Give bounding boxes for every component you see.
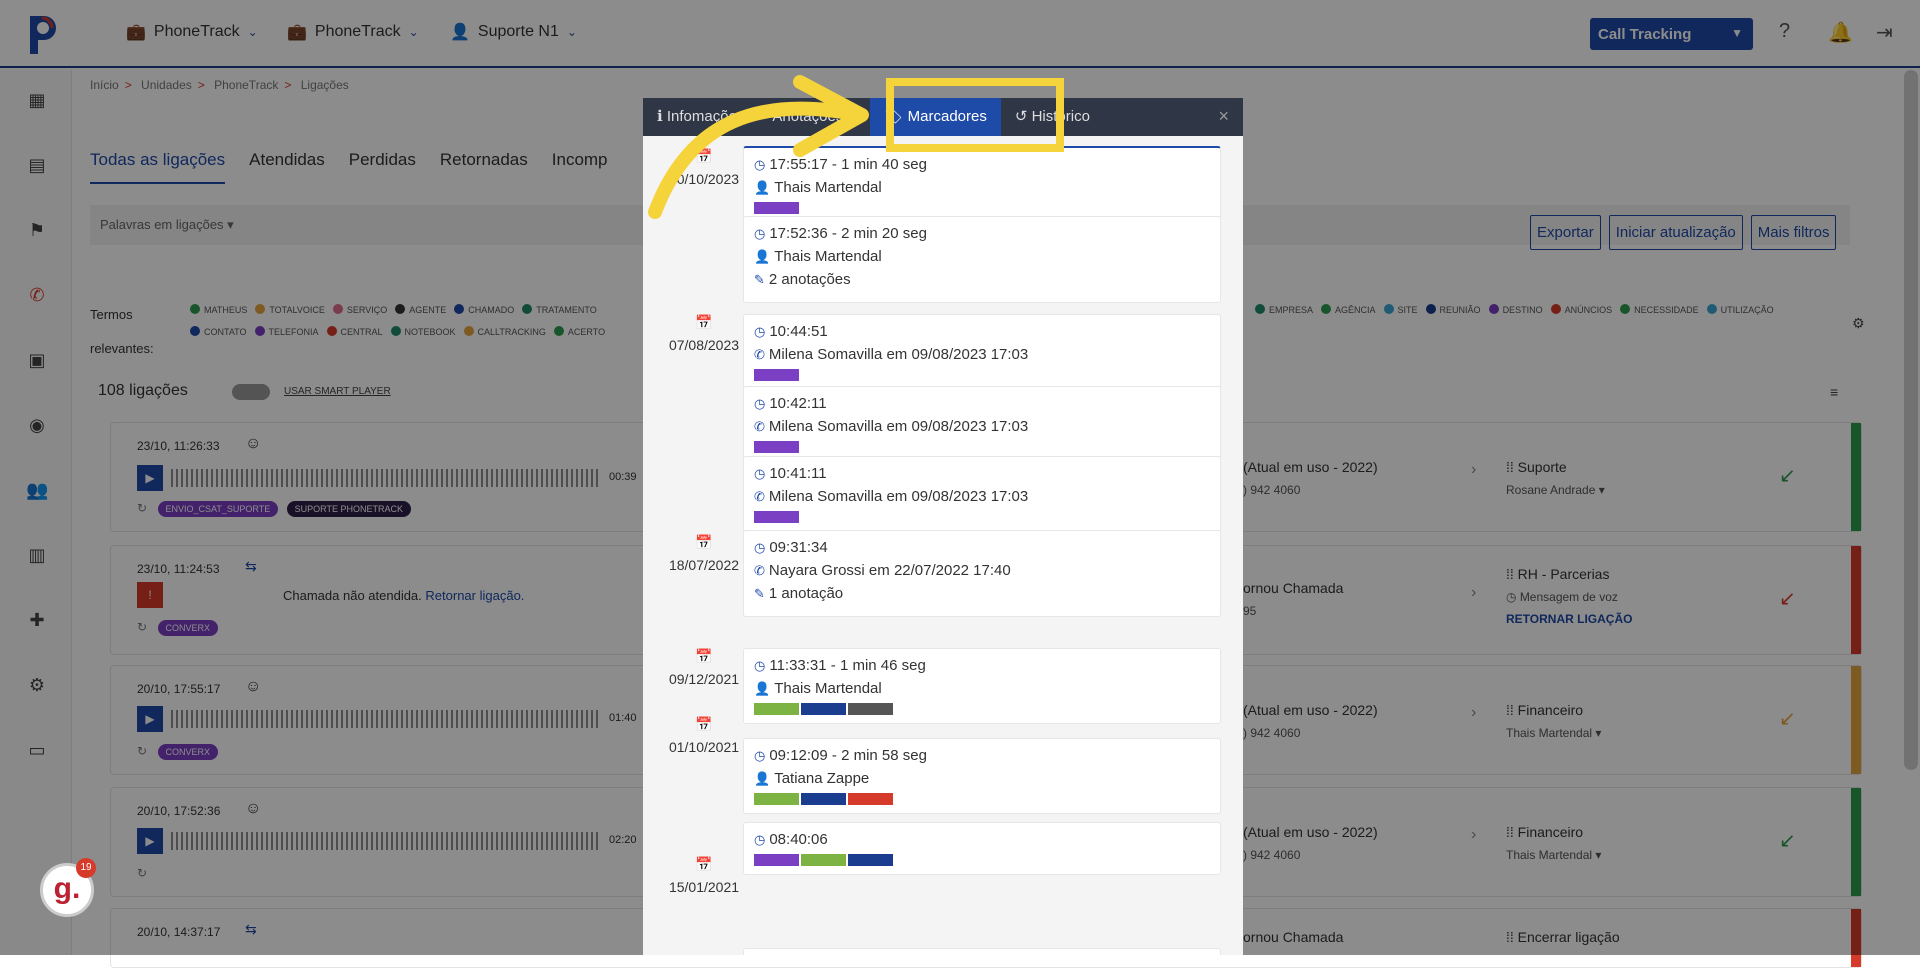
tab-information[interactable]: ℹ Infomações <box>643 98 758 136</box>
timeline-date: 📅 18/07/2022 <box>661 534 747 573</box>
timeline-entry[interactable]: ◷ 09:12:09 - 2 min 58 seg 👤 Tatiana Zappe <box>743 738 1221 814</box>
marker-swatch <box>754 793 799 805</box>
entry-person: Nayara Grossi em 22/07/2022 17:40 <box>768 562 1011 579</box>
entry-time: 09:31:34 <box>769 539 828 556</box>
edit-icon: ✎ <box>754 586 765 601</box>
phone-return-icon: ✆ <box>754 489 765 504</box>
timeline-date-label: 07/08/2023 <box>668 337 740 353</box>
call-history-modal: ℹ Infomações Anotações 🏷 Marcadores ↺ Hi… <box>643 98 1243 955</box>
marker-swatch <box>848 793 893 805</box>
clock-icon: ◷ <box>754 226 766 241</box>
info-icon: ℹ <box>657 108 667 125</box>
timeline-date-label: 09/12/2021 <box>668 671 740 687</box>
marker-swatch <box>754 511 799 523</box>
marker-swatches <box>754 511 1210 523</box>
user-icon: 👤 <box>754 771 771 786</box>
timeline-date-label: 15/01/2021 <box>668 879 740 895</box>
entry-time: 10:42:11 <box>769 395 827 412</box>
timeline-entry[interactable]: ◷ 17:52:36 - 2 min 20 seg 👤 Thais Martendal… <box>743 216 1221 303</box>
phone-return-icon: ✆ <box>754 419 765 434</box>
entry-person: Milena Somavilla em 09/08/2023 17:03 <box>768 418 1029 435</box>
clock-icon: ◷ <box>754 748 766 763</box>
timeline-date: 📅 07/08/2023 <box>661 314 747 353</box>
calendar-icon: 📅 <box>695 716 713 732</box>
timeline-date-label: 20/10/2023 <box>668 171 740 187</box>
entry-person: Thais Martendal <box>774 248 882 265</box>
marker-swatch <box>801 703 846 715</box>
timeline-date: 📅 09/12/2021 <box>661 648 747 687</box>
timeline-date-label: 01/10/2021 <box>668 739 740 755</box>
phone-return-icon: ✆ <box>754 563 765 578</box>
timeline-entry[interactable]: ◷ 10:41:11 ✆ Milena Somavilla em 09/08/2023… <box>743 456 1221 532</box>
user-icon: 👤 <box>754 180 771 195</box>
marker-swatch <box>848 703 893 715</box>
entry-time: 11:33:31 - 1 min 46 seg <box>769 657 926 674</box>
entry-notes[interactable]: 2 anotações <box>769 271 851 288</box>
entry-time: 10:41:11 <box>769 465 827 482</box>
marker-swatch <box>801 854 846 866</box>
marker-swatch <box>848 854 893 866</box>
timeline-entry[interactable]: ◷13:51:39 - 1 min 22 seg <box>743 948 1221 955</box>
timeline-date: 📅 20/10/2023 <box>661 148 747 187</box>
clock-icon: ◷ <box>754 832 766 847</box>
tab-annotations[interactable]: Anotações <box>758 98 870 136</box>
phone-return-icon: ✆ <box>754 347 765 362</box>
entry-time: 10:44:51 <box>769 323 828 340</box>
tab-label: Infomações <box>666 108 745 125</box>
timeline-entry[interactable]: ◷ 17:55:17 - 1 min 40 seg 👤 Thais Martendal <box>743 146 1221 224</box>
user-icon: 👤 <box>754 249 771 264</box>
timeline-date-label: 18/07/2022 <box>668 557 740 573</box>
close-icon[interactable]: × <box>1218 106 1229 127</box>
calendar-icon: 📅 <box>695 314 713 330</box>
notification-count-badge: 19 <box>76 858 96 878</box>
calendar-icon: 📅 <box>695 534 713 550</box>
entry-time: 08:40:06 <box>769 831 828 848</box>
user-icon: 👤 <box>754 681 771 696</box>
entry-notes[interactable]: 1 anotação <box>769 585 843 602</box>
marker-swatches <box>754 854 1210 866</box>
tab-label: Anotações <box>772 108 844 125</box>
clock-icon: ◷ <box>754 466 766 481</box>
timeline-date: 📅 01/10/2021 <box>661 716 747 755</box>
clock-icon: ◷ <box>754 324 766 339</box>
clock-icon: ◷ <box>754 658 766 673</box>
timeline-entry[interactable]: ◷ 10:42:11 ✆ Milena Somavilla em 09/08/2023… <box>743 386 1221 462</box>
entry-person: Tatiana Zappe <box>774 770 870 787</box>
clock-icon: ◷ <box>754 540 766 555</box>
marker-swatches <box>754 202 1210 214</box>
edit-icon: ✎ <box>754 272 765 287</box>
marker-swatches <box>754 441 1210 453</box>
timeline-entry[interactable]: ◷ 09:31:34 ✆ Nayara Grossi em 22/07/2022 17… <box>743 530 1221 617</box>
clock-icon: ◷ <box>754 396 766 411</box>
marker-swatches <box>754 369 1210 381</box>
marker-swatch <box>754 854 799 866</box>
marker-swatches <box>754 703 1210 715</box>
entry-time: 09:12:09 - 2 min 58 seg <box>769 747 927 764</box>
entry-time: 17:52:36 - 2 min 20 seg <box>769 225 927 242</box>
entry-person: Thais Martendal <box>774 680 882 697</box>
timeline-date: 📅 15/01/2021 <box>661 856 747 895</box>
entry-person: Thais Martendal <box>774 179 882 196</box>
entry-person: Milena Somavilla em 09/08/2023 17:03 <box>768 346 1029 363</box>
calendar-icon: 📅 <box>695 148 713 164</box>
highlight-box <box>886 78 1064 152</box>
clock-icon: ◷ <box>754 157 766 172</box>
marker-swatch <box>754 703 799 715</box>
timeline-entry[interactable]: ◷ 10:44:51 ✆ Milena Somavilla em 09/08/2023… <box>743 314 1221 390</box>
calendar-icon: 📅 <box>695 648 713 664</box>
marker-swatch <box>754 202 799 214</box>
entry-time: 17:55:17 - 1 min 40 seg <box>769 156 927 173</box>
marker-swatch <box>754 369 799 381</box>
timeline-entry[interactable]: ◷ 08:40:06 <box>743 822 1221 875</box>
marker-swatch <box>801 793 846 805</box>
marker-swatch <box>754 441 799 453</box>
entry-person: Milena Somavilla em 09/08/2023 17:03 <box>768 488 1029 505</box>
calendar-icon: 📅 <box>695 856 713 872</box>
timeline-entry[interactable]: ◷ 11:33:31 - 1 min 46 seg 👤 Thais Martendal <box>743 648 1221 724</box>
marker-swatches <box>754 793 1210 805</box>
